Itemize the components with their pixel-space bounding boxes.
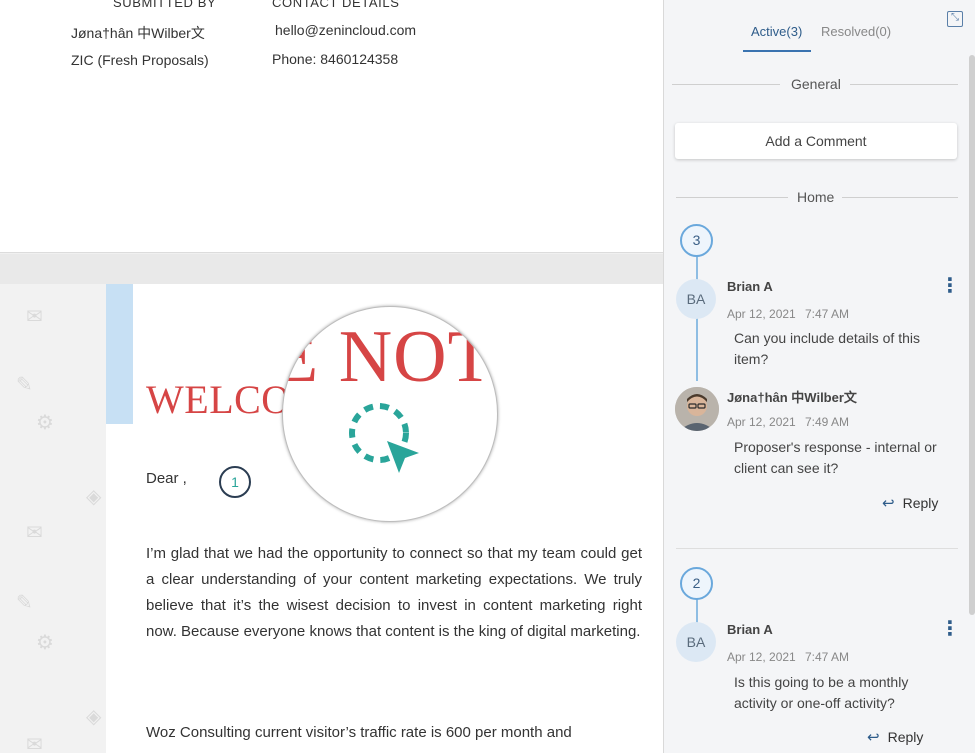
add-comment-button[interactable]: Add a Comment bbox=[675, 123, 957, 159]
comments-panel: ⤡ Active(3) Resolved(0) General Add a Co… bbox=[663, 0, 975, 753]
comment-text: Proposer's response - internal or client… bbox=[734, 439, 937, 476]
comment-text: Is this going to be a monthly activity o… bbox=[734, 674, 909, 711]
thread-separator bbox=[676, 548, 958, 549]
body-paragraph: Woz Consulting current visitor’s traffic… bbox=[146, 724, 572, 741]
tab-resolved[interactable]: Resolved(0) bbox=[821, 24, 891, 39]
avatar: BA bbox=[676, 622, 716, 662]
magnified-heading: E NOT bbox=[282, 316, 494, 398]
pencil-icon[interactable]: ✎ bbox=[16, 590, 33, 614]
expand-icon[interactable]: ⤡ bbox=[947, 11, 963, 27]
reply-button[interactable]: ↩ Reply bbox=[867, 728, 923, 746]
user-photo-icon bbox=[675, 387, 719, 431]
reply-icon: ↩ bbox=[882, 494, 895, 512]
more-vertical-icon[interactable]: ⋮ bbox=[940, 275, 960, 295]
comment-author: Brian A bbox=[727, 622, 773, 637]
comment-date: Apr 12, 2021 bbox=[727, 650, 796, 664]
salutation: Dear , bbox=[146, 470, 187, 487]
submitter-org: ZIC (Fresh Proposals) bbox=[71, 52, 209, 68]
document-heading: WELCO bbox=[146, 377, 291, 422]
submitter-name: Jøna†hân 中Wilber文 bbox=[71, 25, 205, 41]
comment-time: 7:47 AM bbox=[805, 307, 850, 321]
comment-time: 7:49 AM bbox=[805, 415, 850, 429]
reply-button[interactable]: ↩ Reply bbox=[882, 494, 938, 512]
comment-date: Apr 12, 2021 bbox=[727, 415, 796, 429]
contact-phone: Phone: 8460124358 bbox=[272, 51, 399, 67]
comment-author: Jøna†hân 中Wilber文 bbox=[727, 390, 857, 405]
more-vertical-icon[interactable]: ⋮ bbox=[940, 618, 960, 638]
comment-marker[interactable]: 1 bbox=[219, 466, 251, 498]
mail-icon[interactable]: ✉ bbox=[26, 732, 43, 753]
comment-date: Apr 12, 2021 bbox=[727, 307, 796, 321]
section-general: General bbox=[791, 76, 841, 92]
comment-text: Can you include details of this item? bbox=[734, 330, 920, 367]
selection-highlight bbox=[106, 284, 133, 424]
avatar bbox=[675, 387, 719, 431]
divider bbox=[672, 84, 780, 85]
contact-email: hello@zenincloud.com bbox=[275, 22, 417, 38]
magnifier-lens: E NOT bbox=[282, 306, 498, 522]
contact-details-label: CONTACT DETAILS bbox=[272, 0, 400, 10]
divider bbox=[676, 197, 788, 198]
section-gap bbox=[0, 254, 663, 284]
body-paragraph: I’m glad that we had the opportunity to … bbox=[146, 545, 642, 640]
puzzle-icon[interactable]: ◈ bbox=[86, 704, 101, 728]
tool-rail: ✉ ✎ ⚙ ◈ ✉ ✎ ⚙ ◈ ✉ bbox=[0, 284, 106, 753]
tab-active[interactable]: Active(3) bbox=[751, 24, 802, 39]
mail-icon[interactable]: ✉ bbox=[26, 520, 43, 544]
active-tab-indicator bbox=[743, 50, 811, 52]
submitted-by-label: SUBMITTED BY bbox=[113, 0, 217, 10]
panel-scrollbar[interactable] bbox=[969, 55, 975, 615]
puzzle-icon[interactable]: ◈ bbox=[86, 484, 101, 508]
comment-time: 7:47 AM bbox=[805, 650, 850, 664]
thread-count-badge[interactable]: 2 bbox=[680, 567, 713, 600]
pencil-icon[interactable]: ✎ bbox=[16, 372, 33, 396]
thread-count-badge[interactable]: 3 bbox=[680, 224, 713, 257]
comment-author: Brian A bbox=[727, 279, 773, 294]
gear-icon[interactable]: ⚙ bbox=[36, 410, 54, 434]
divider bbox=[850, 84, 958, 85]
reply-icon: ↩ bbox=[867, 728, 880, 746]
reply-label: Reply bbox=[902, 495, 939, 511]
gear-icon[interactable]: ⚙ bbox=[36, 630, 54, 654]
proposal-header: SUBMITTED BY CONTACT DETAILS Jøna†hân 中W… bbox=[0, 0, 663, 253]
divider bbox=[842, 197, 958, 198]
reply-label: Reply bbox=[887, 729, 924, 745]
section-home: Home bbox=[797, 189, 835, 205]
mail-icon[interactable]: ✉ bbox=[26, 304, 43, 328]
avatar: BA bbox=[676, 279, 716, 319]
cursor-icon bbox=[349, 403, 419, 473]
